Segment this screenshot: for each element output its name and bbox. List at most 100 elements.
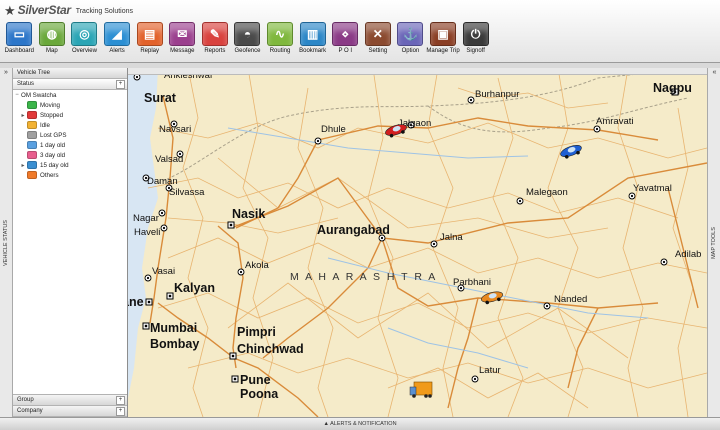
expand-left-button[interactable]: » bbox=[0, 68, 12, 78]
collapse-icon[interactable]: − bbox=[13, 92, 21, 98]
vehicle-tree-header: Vehicle Tree bbox=[13, 68, 127, 79]
bookmark-button[interactable]: ▥ Bookmark bbox=[296, 22, 329, 54]
city-square-dot bbox=[233, 377, 237, 381]
alerts-bar[interactable]: ▲ ALERTS & NOTIFICATION bbox=[0, 417, 720, 430]
poi-button[interactable]: ⋄ P O I bbox=[329, 22, 362, 54]
vehicle-status-icon bbox=[27, 161, 37, 169]
city-dot-center bbox=[135, 75, 139, 79]
vehicle-status-icon bbox=[27, 101, 37, 109]
toolbar-label: Alerts bbox=[109, 48, 125, 54]
anchor-icon: ⚓ bbox=[397, 22, 424, 46]
city-square-dot bbox=[229, 223, 233, 227]
status-label: 3 day old bbox=[40, 151, 66, 159]
toolbar-label: Bookmark bbox=[299, 48, 327, 54]
city-label: ane bbox=[128, 295, 144, 309]
vehicle-tree-title: Vehicle Tree bbox=[17, 70, 51, 76]
city-dot-center bbox=[469, 98, 473, 102]
vehicle-status-icon bbox=[27, 111, 37, 119]
status-item[interactable]: Idle bbox=[13, 120, 127, 130]
city-dot-center bbox=[380, 236, 384, 240]
city-label: Poona bbox=[240, 387, 279, 401]
map-tools-strip[interactable]: « MAP TOOLS bbox=[707, 68, 720, 417]
city-label: Yavatmal bbox=[633, 183, 672, 194]
toolbar-label: P O I bbox=[338, 48, 353, 54]
expand-right-button[interactable]: « bbox=[708, 68, 720, 78]
film-icon: ▤ bbox=[136, 22, 163, 46]
dashboard-button[interactable]: ▭ Dashboard bbox=[3, 22, 36, 54]
expand-icon[interactable]: ▸ bbox=[19, 162, 27, 169]
company-label: Company bbox=[17, 408, 43, 414]
status-header-label: Status bbox=[17, 81, 35, 87]
status-item[interactable]: ▸ 15 day old bbox=[13, 160, 127, 170]
map-canvas[interactable]: Surat Navsari Valsad DamanSilvassa Nagar Have… bbox=[128, 68, 707, 417]
city-label: Bombay bbox=[150, 337, 199, 351]
route-icon: ∿ bbox=[267, 22, 294, 46]
map-button[interactable]: ◍ Map bbox=[36, 22, 69, 54]
city-dot-center bbox=[162, 226, 166, 230]
status-item[interactable]: Lost GPS bbox=[13, 130, 127, 140]
status-header[interactable]: Status + bbox=[13, 79, 127, 90]
city-label: Malegaon bbox=[526, 187, 568, 198]
city-label: Surat bbox=[144, 91, 177, 105]
city-label: Latur bbox=[479, 365, 501, 376]
vehicle-status-icon bbox=[27, 141, 37, 149]
toolbar-label: Setting bbox=[368, 48, 388, 54]
poi-icon: ⋄ bbox=[332, 22, 359, 46]
toolbar-label: Map bbox=[46, 48, 58, 54]
vehicle-status-strip[interactable]: » VEHICLE STATUS bbox=[0, 68, 13, 417]
city-square-dot bbox=[147, 300, 151, 304]
monitor-icon: ▭ bbox=[6, 22, 33, 46]
city-dot-center bbox=[160, 211, 164, 215]
signoff-button[interactable]: ⏻ Signoff bbox=[459, 22, 492, 54]
region-label: M A H A R A S H T R A bbox=[290, 271, 437, 283]
expand-icon[interactable]: ▸ bbox=[19, 112, 27, 119]
company-expand-button[interactable]: + bbox=[116, 407, 125, 416]
toolbar-label: Overview bbox=[71, 48, 97, 54]
toolbar-label: Option bbox=[401, 48, 420, 54]
overview-icon: ◎ bbox=[71, 22, 98, 46]
company-header[interactable]: Company + bbox=[13, 406, 127, 417]
city-label: Jalna bbox=[440, 232, 463, 243]
main-toolbar: ▭ Dashboard ◍ Map ◎ Overview ◢ Alerts ▤ Replay ✉ Me… bbox=[3, 22, 492, 54]
envelope-icon: ✉ bbox=[169, 22, 196, 46]
vehicle-status-icon bbox=[27, 131, 37, 139]
alerts-button[interactable]: ◢ Alerts bbox=[101, 22, 134, 54]
vehicle-tree-panel: Vehicle Tree Status + − OM Swatcha Movin… bbox=[13, 68, 128, 417]
map-view[interactable]: Surat Navsari Valsad Daman Silvassa Nagar Have… bbox=[128, 68, 707, 417]
city-square-dot bbox=[168, 294, 172, 298]
option-button[interactable]: ⚓ Option bbox=[394, 22, 427, 54]
tree-root[interactable]: − OM Swatcha bbox=[13, 90, 127, 100]
group-expand-button[interactable]: + bbox=[116, 396, 125, 405]
city-label: Adilab bbox=[675, 249, 701, 260]
map-top-scroll[interactable] bbox=[128, 68, 707, 75]
city-label: Daman bbox=[147, 176, 178, 187]
city-label: Vasai bbox=[152, 266, 175, 277]
city-square-dot bbox=[231, 354, 235, 358]
status-toggle-button[interactable]: + bbox=[116, 80, 125, 89]
group-header[interactable]: Group + bbox=[13, 394, 127, 406]
routing-button[interactable]: ∿ Routing bbox=[264, 22, 297, 54]
overview-button[interactable]: ◎ Overview bbox=[68, 22, 101, 54]
alerts-notification-label[interactable]: ▲ ALERTS & NOTIFICATION bbox=[0, 418, 720, 430]
geofence-button[interactable]: ◓ Geofence bbox=[231, 22, 264, 54]
replay-button[interactable]: ▤ Replay bbox=[133, 22, 166, 54]
megaphone-icon: ◢ bbox=[104, 22, 131, 46]
status-item[interactable]: 1 day old bbox=[13, 140, 127, 150]
status-item[interactable]: 3 day old bbox=[13, 150, 127, 160]
city-label: Haveli bbox=[134, 227, 160, 238]
manage-trip-button[interactable]: ▣ Manage Trip bbox=[426, 22, 460, 54]
city-label: Kalyan bbox=[174, 281, 215, 295]
city-label: Navsari bbox=[159, 124, 191, 135]
status-item[interactable]: Others bbox=[13, 170, 127, 180]
message-button[interactable]: ✉ Message bbox=[166, 22, 199, 54]
status-item[interactable]: ▸ Stopped bbox=[13, 110, 127, 120]
reports-button[interactable]: ✎ Reports bbox=[199, 22, 232, 54]
status-item[interactable]: Moving bbox=[13, 100, 127, 110]
status-label: Lost GPS bbox=[40, 131, 67, 139]
city-label: Nagar bbox=[133, 213, 159, 224]
toolbar-label: Geofence bbox=[234, 48, 261, 54]
toolbar-label: Reports bbox=[204, 48, 226, 54]
city-square-dot bbox=[144, 324, 148, 328]
city-label: Aurangabad bbox=[317, 223, 390, 237]
setting-button[interactable]: ✕ Setting bbox=[362, 22, 395, 54]
